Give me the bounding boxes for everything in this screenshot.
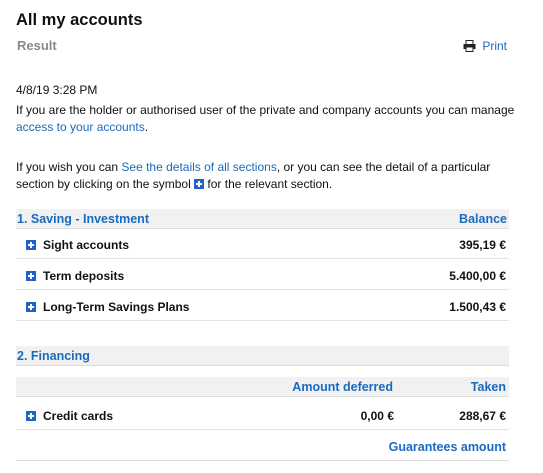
row-taken: 288,67 € [459,409,506,423]
financing-column-headers: Amount deferred Taken [16,377,509,397]
plus-square-icon[interactable] [26,240,36,250]
amount-deferred-header: Amount deferred [292,380,393,394]
row-balance: 5.400,00 € [449,269,506,283]
row-label: Term deposits [43,269,125,283]
balance-column-header: Balance [459,212,507,226]
credit-cards-row[interactable]: Credit cards 0,00 € 288,67 € [16,406,509,430]
sight-accounts-row[interactable]: Sight accounts 395,19 € [16,235,509,259]
guarantees-header: Guarantees amount [16,437,509,461]
printer-icon [463,40,476,52]
saving-section-title: 1. Saving - Investment [17,212,149,226]
row-balance: 395,19 € [459,238,506,252]
guarantees-amount-header: Guarantees amount [388,440,506,454]
row-balance: 1.500,43 € [449,300,506,314]
plus-square-icon[interactable] [26,271,36,281]
page-title: All my accounts [16,11,143,29]
row-label: Long-Term Savings Plans [43,300,190,314]
intro-paragraph-sections: If you wish you can See the details of a… [16,159,516,193]
intro-text: If you are the holder or authorised user… [16,103,515,117]
savings-plans-row[interactable]: Long-Term Savings Plans 1.500,43 € [16,297,509,321]
intro-text-end: for the relevant section. [204,177,333,191]
print-button[interactable]: Print [463,39,507,53]
saving-section-header: 1. Saving - Investment Balance [16,209,509,229]
row-label: Sight accounts [43,238,130,252]
print-label: Print [482,39,507,53]
intro-text-end: . [144,120,149,134]
term-deposits-row[interactable]: Term deposits 5.400,00 € [16,266,509,290]
financing-section-header: 2. Financing [16,346,509,366]
taken-header: Taken [470,380,506,394]
timestamp: 4/8/19 3:28 PM [16,83,98,97]
all-accounts-page: All my accounts Result Print 4/8/19 3:28… [0,0,543,473]
row-label: Credit cards [43,409,114,423]
page-subtitle: Result [17,38,57,53]
intro-text-start: If you wish you can [16,160,122,174]
plus-square-icon[interactable] [26,302,36,312]
intro-paragraph-accounts: If you are the holder or authorised user… [16,102,516,136]
plus-square-icon [194,179,205,189]
plus-square-icon[interactable] [26,411,36,421]
all-sections-details-link[interactable]: See the details of all sections [121,160,276,174]
row-deferred: 0,00 € [360,409,394,423]
access-accounts-link[interactable]: access to your accounts [16,120,145,134]
financing-section-title: 2. Financing [17,349,90,363]
